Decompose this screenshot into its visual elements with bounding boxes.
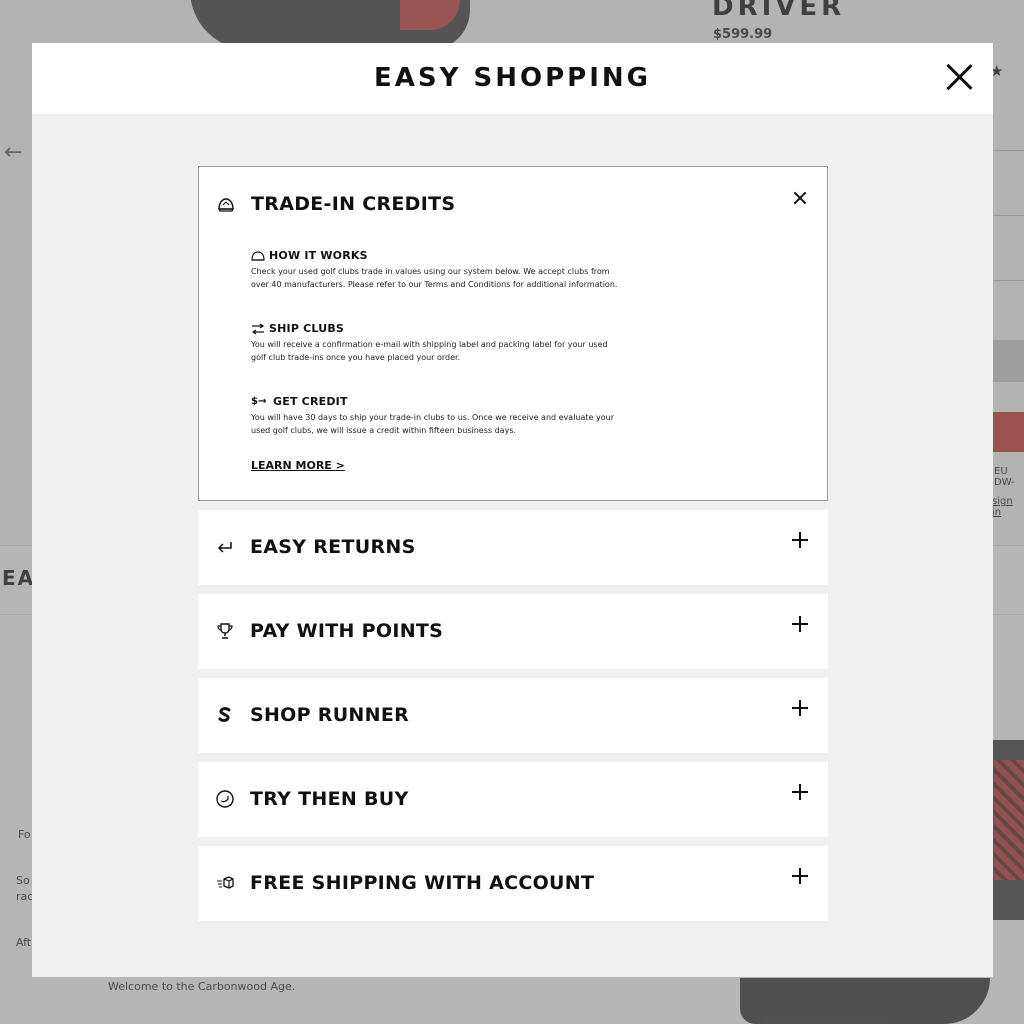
learn-more-link[interactable]: LEARN MORE >: [251, 459, 345, 472]
expand-plus-icon[interactable]: [792, 784, 808, 800]
step-get-credit: $→ GET CREDIT You will have 30 days to s…: [251, 395, 621, 437]
return-arrow-icon: [217, 542, 232, 553]
panel-title: TRADE-IN CREDITS: [251, 193, 456, 215]
collapse-close-icon[interactable]: [791, 189, 809, 207]
expand-plus-icon[interactable]: [792, 700, 808, 716]
row-title: SHOP RUNNER: [250, 704, 410, 726]
step-body: Check your used golf clubs trade in valu…: [251, 267, 618, 289]
easy-shopping-accordion: TRADE-IN CREDITS HOW IT WORKS Check your…: [198, 166, 828, 930]
accordion-row-shop-runner[interactable]: SHOP RUNNER: [198, 678, 828, 753]
row-title: TRY THEN BUY: [250, 788, 409, 810]
accordion-row-pay-with-points[interactable]: PAY WITH POINTS: [198, 594, 828, 669]
expand-plus-icon[interactable]: [792, 616, 808, 632]
trophy-icon: [217, 623, 233, 639]
expand-plus-icon[interactable]: [792, 868, 808, 884]
row-title: EASY RETURNS: [250, 536, 416, 558]
trade-in-helmet-icon: [218, 198, 234, 212]
how-it-works-icon: [251, 250, 265, 261]
step-body: You will receive a confirmation e-mail w…: [251, 340, 608, 362]
modal-title: EASY SHOPPING: [374, 63, 651, 93]
try-then-buy-icon: [216, 790, 234, 808]
step-body: You will have 30 days to ship your trade…: [251, 413, 614, 435]
close-icon[interactable]: [945, 63, 973, 91]
step-ship-clubs: SHIP CLUBS You will receive a confirmati…: [251, 322, 621, 364]
fast-shipping-box-icon: [217, 876, 234, 889]
shoprunner-icon: [218, 707, 231, 722]
row-title: PAY WITH POINTS: [250, 620, 444, 642]
accordion-row-try-then-buy[interactable]: TRY THEN BUY: [198, 762, 828, 837]
ship-clubs-icon: [251, 323, 265, 334]
expand-plus-icon[interactable]: [792, 532, 808, 548]
row-title: FREE SHIPPING WITH ACCOUNT: [250, 872, 595, 894]
step-heading: HOW IT WORKS: [269, 249, 368, 262]
get-credit-icon: $→: [251, 395, 267, 407]
easy-shopping-modal: EASY SHOPPING TRADE-IN CREDITS HOW IT WO…: [32, 43, 993, 977]
accordion-row-free-shipping[interactable]: FREE SHIPPING WITH ACCOUNT: [198, 846, 828, 921]
trade-in-credits-panel: TRADE-IN CREDITS HOW IT WORKS Check your…: [198, 166, 828, 501]
step-heading: SHIP CLUBS: [269, 322, 345, 335]
accordion-row-easy-returns[interactable]: EASY RETURNS: [198, 510, 828, 585]
step-how-it-works: HOW IT WORKS Check your used golf clubs …: [251, 249, 621, 291]
modal-header: EASY SHOPPING: [32, 43, 993, 114]
step-heading: GET CREDIT: [273, 395, 348, 408]
